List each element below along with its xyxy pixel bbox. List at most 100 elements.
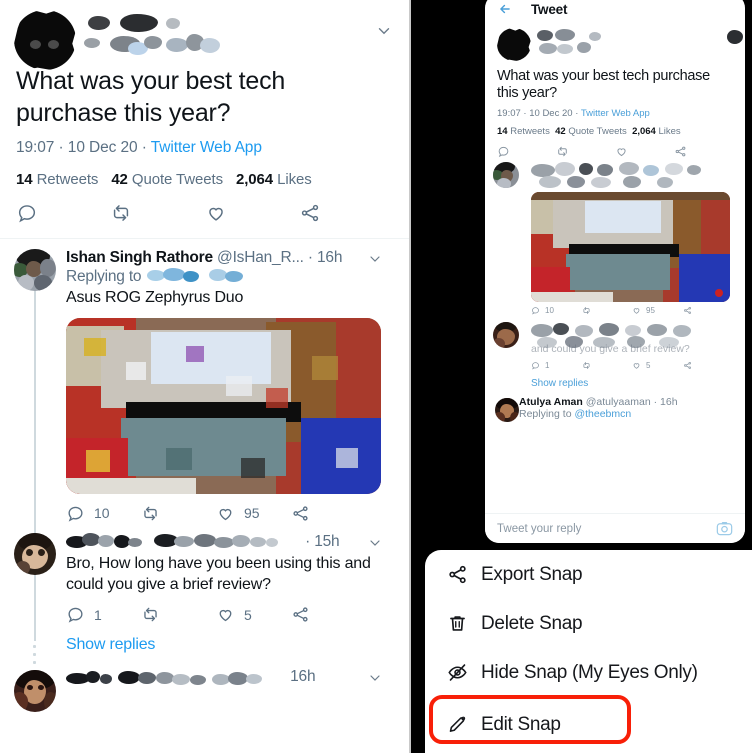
reply-author-line: Ishan Singh Rathore @IsHan_R... · 16h: [66, 249, 395, 267]
reply-icon: [18, 205, 36, 223]
preview-reply3-handle: @atulyaaman: [585, 395, 651, 408]
retweet-icon: [144, 608, 157, 622]
preview-reply3-replying-label: Replying to: [519, 407, 572, 420]
avatar: [493, 161, 519, 188]
quotes-label: Quote Tweets: [131, 171, 223, 188]
share-icon: [683, 361, 691, 369]
snap-context-menu: Export Snap Delete Snap Hide Snap (My Ey…: [425, 550, 752, 753]
avatar[interactable]: [14, 670, 56, 713]
camera-icon: [716, 521, 733, 536]
heart-icon: [615, 145, 674, 158]
share-icon: [683, 306, 691, 314]
reply-icon: [68, 608, 83, 624]
preview-reply-image: [531, 191, 730, 302]
share-button[interactable]: [299, 202, 393, 224]
retweets-stat[interactable]: 14 Retweets: [16, 171, 98, 188]
preview-title: Tweet: [531, 1, 568, 17]
retweet-button[interactable]: [141, 504, 216, 523]
avatar: [493, 321, 519, 348]
redacted-edge: [727, 30, 745, 46]
retweets-label: Retweets: [36, 171, 99, 188]
share-icon: [674, 145, 733, 158]
retweet-icon: [556, 145, 615, 158]
like-count: 5: [244, 606, 252, 623]
preview-reply2-like-count: 5: [646, 360, 651, 370]
reply-input-placeholder: Tweet your reply: [497, 522, 582, 535]
reply-icon: [497, 145, 556, 158]
chevron-down-icon[interactable]: [367, 670, 383, 686]
menu-item-edit-snap[interactable]: Edit Snap: [425, 695, 752, 749]
main-action-row: [0, 188, 409, 224]
avatar[interactable]: [14, 10, 76, 70]
trash-icon: [447, 613, 481, 634]
reply-author-name[interactable]: Ishan Singh Rathore: [66, 249, 213, 266]
menu-item-label: Delete Snap: [481, 612, 583, 634]
reply-count: 10: [94, 505, 110, 522]
chevron-down-icon[interactable]: [375, 22, 393, 40]
likes-stat[interactable]: 2,064 Likes: [236, 171, 312, 188]
retweet-button[interactable]: [141, 605, 216, 624]
reply-button[interactable]: 10: [66, 504, 141, 523]
thread-line: [34, 291, 36, 537]
preview-quotes-label: Quote Tweets: [568, 125, 627, 137]
reply-author-handle[interactable]: @IsHan_R...: [217, 249, 304, 266]
list-item[interactable]: Ishan Singh Rathore @IsHan_R... · 16h Re…: [0, 239, 409, 537]
avatar[interactable]: [14, 249, 56, 291]
menu-item-export-snap[interactable]: Export Snap: [425, 550, 752, 599]
reply-action-row: 1 5: [66, 595, 366, 624]
reply-author-line: · 15h: [66, 533, 395, 551]
share-icon: [293, 607, 308, 622]
reply-action-row: 10 95: [66, 494, 366, 523]
likes-count: 2,064: [235, 171, 274, 188]
reply-text: Bro, How long have you been using this a…: [66, 554, 371, 593]
preview-reply2-actions: 1 5: [531, 361, 733, 370]
back-arrow-icon[interactable]: [497, 2, 513, 16]
chevron-down-icon[interactable]: [367, 251, 383, 267]
like-button[interactable]: [205, 202, 299, 224]
replying-to-label: Replying to: [66, 268, 142, 285]
retweet-icon: [583, 306, 589, 314]
avatar[interactable]: [14, 532, 56, 575]
main-tweet-text: What was your best tech purchase this ye…: [16, 67, 286, 127]
preview-reply1-like-count: 95: [646, 305, 655, 315]
menu-item-hide-snap[interactable]: Hide Snap (My Eyes Only): [425, 648, 752, 697]
reply-button[interactable]: [16, 202, 110, 224]
reply-button[interactable]: 1: [66, 605, 141, 624]
replying-to-line: Replying to: [66, 267, 395, 286]
like-button[interactable]: 95: [216, 504, 291, 523]
show-replies-link[interactable]: Show replies: [66, 636, 395, 654]
right-snapchat-panel: Tweet What was your best tech purchase t…: [411, 0, 752, 753]
share-icon: [293, 506, 308, 521]
quotes-stat[interactable]: 42 Quote Tweets: [111, 171, 223, 188]
reply-author-line: 16h: [66, 668, 395, 686]
preview-reply-3: Atulya Aman @atulyaaman · 16h Replying t…: [485, 396, 745, 428]
reply-image[interactable]: [66, 317, 381, 494]
list-item[interactable]: 16h: [0, 654, 409, 713]
retweet-icon: [144, 506, 157, 521]
preview-stats: 14 Retweets 42 Quote Tweets 2,064 Likes: [485, 119, 745, 137]
replying-to-line-partial: [66, 687, 395, 705]
preview-likes-label: Likes: [658, 125, 681, 137]
menu-item-delete-snap[interactable]: Delete Snap: [425, 599, 752, 648]
avatar: [495, 397, 519, 422]
list-item[interactable]: · 15h Bro, How long have you been using …: [0, 523, 409, 664]
meta-sep-1: ·: [58, 139, 64, 156]
preview-action-row: [485, 137, 745, 158]
retweets-count: 14: [16, 171, 33, 188]
like-button[interactable]: 5: [216, 605, 291, 624]
meta-sep-2: ·: [141, 139, 147, 156]
share-button[interactable]: [291, 605, 366, 624]
preview-reply1-actions: 10 95: [531, 306, 733, 315]
retweet-button[interactable]: [110, 202, 204, 224]
tweet-source-link[interactable]: Twitter Web App: [151, 139, 262, 156]
eye-slash-icon: [447, 662, 481, 683]
preview-show-replies: Show replies: [531, 377, 589, 389]
preview-reply-2: and could you give a brief review? 1 5 S…: [485, 320, 745, 389]
redacted-reply-author: [531, 161, 733, 188]
reply-text: Asus ROG Zephyrus Duo: [66, 289, 244, 306]
chevron-down-icon[interactable]: [367, 535, 383, 551]
share-button[interactable]: [291, 504, 366, 523]
preview-meta: 19:07 · 10 Dec 20 · Twitter Web App: [497, 107, 650, 119]
menu-item-label: Hide Snap (My Eyes Only): [481, 661, 698, 683]
redacted-author-name: [66, 533, 301, 550]
